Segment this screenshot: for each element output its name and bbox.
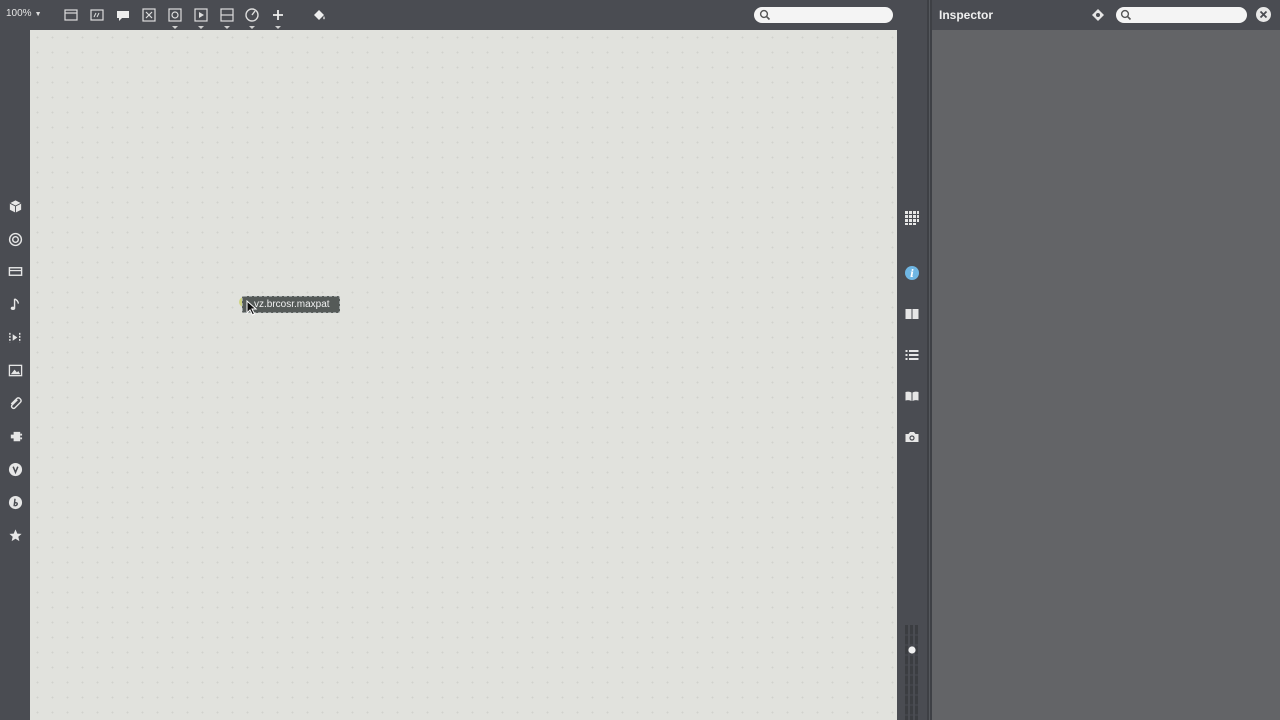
close-inspector-button[interactable]	[1256, 7, 1271, 22]
close-icon	[1259, 10, 1268, 19]
image-icon[interactable]	[7, 362, 23, 378]
package-icon[interactable]	[7, 198, 23, 214]
submenu-caret-icon	[249, 26, 255, 29]
object-box-icon[interactable]	[89, 7, 105, 23]
reference-book-icon[interactable]	[903, 387, 920, 404]
number-icon[interactable]	[219, 7, 235, 29]
inspector-panel	[932, 30, 1280, 720]
dial-icon[interactable]	[244, 7, 260, 29]
info-icon[interactable]: i	[903, 264, 920, 281]
submenu-caret-icon	[275, 26, 281, 29]
paperclip-icon[interactable]	[7, 395, 23, 411]
device-icon[interactable]	[7, 263, 23, 279]
message-box-icon[interactable]	[141, 7, 157, 23]
inspector-title: Inspector	[939, 8, 994, 22]
inspector-search-input[interactable]	[1116, 7, 1247, 23]
toggle-icon[interactable]	[167, 7, 183, 29]
plugin-icon[interactable]	[7, 428, 23, 444]
output-level-meter[interactable]	[903, 625, 921, 720]
right-sidebar	[897, 30, 927, 720]
zoom-menu[interactable]: 100% ▼	[6, 8, 42, 19]
presentation-icon[interactable]	[63, 7, 79, 23]
chevron-down-icon: ▼	[34, 11, 42, 18]
circle-target-icon[interactable]	[7, 231, 23, 247]
submenu-caret-icon	[172, 26, 178, 29]
search-icon	[1120, 9, 1132, 21]
music-note-icon[interactable]	[7, 296, 23, 312]
submenu-caret-icon	[224, 26, 230, 29]
grid-icon[interactable]	[903, 209, 920, 226]
comment-icon[interactable]	[115, 7, 131, 23]
button-icon[interactable]	[193, 7, 209, 29]
vizzie-icon[interactable]	[7, 461, 23, 477]
paint-bucket-icon[interactable]	[311, 7, 327, 23]
add-icon[interactable]	[270, 7, 286, 29]
panels-icon[interactable]	[903, 305, 920, 322]
zoom-label: 100%	[6, 8, 32, 19]
panel-divider-line	[929, 0, 930, 720]
beap-icon[interactable]	[7, 494, 23, 510]
dragged-object-label: vz.brcosr.maxpat	[254, 299, 330, 310]
pin-icon[interactable]	[1091, 8, 1105, 22]
playlist-icon[interactable]	[7, 329, 23, 345]
snapshot-camera-icon[interactable]	[903, 428, 920, 445]
list-icon[interactable]	[903, 346, 920, 363]
submenu-caret-icon	[198, 26, 204, 29]
favorites-star-icon[interactable]	[7, 527, 23, 543]
patcher-canvas[interactable]: vz.brcosr.maxpat	[30, 30, 897, 720]
volume-slider-knob[interactable]	[908, 646, 916, 654]
search-icon	[759, 9, 771, 21]
svg-text:i: i	[910, 269, 914, 280]
mouse-cursor-icon	[246, 300, 258, 316]
patcher-search-input[interactable]	[754, 7, 893, 23]
